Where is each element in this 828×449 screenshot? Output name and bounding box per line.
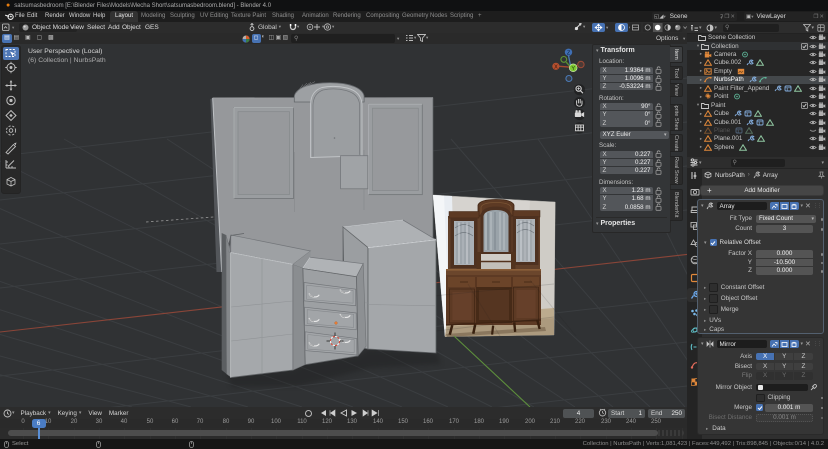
svg-text:(6) Collection | NurbsPath: (6) Collection | NurbsPath [28, 57, 106, 64]
svg-text:X: X [554, 65, 558, 71]
svg-text:Y: Y [571, 66, 575, 72]
svg-text:User Perspective (Local): User Perspective (Local) [28, 48, 102, 55]
